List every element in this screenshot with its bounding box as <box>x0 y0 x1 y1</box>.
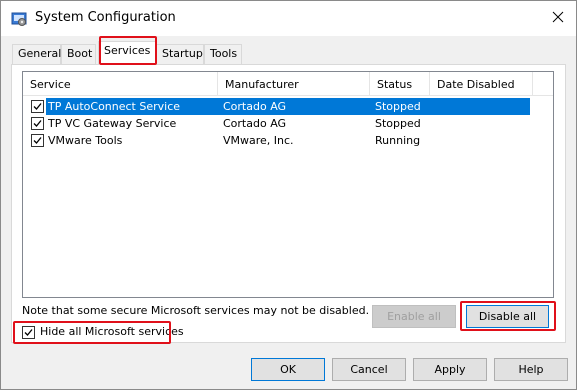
checkmark-icon <box>33 120 42 127</box>
service-checkbox[interactable] <box>31 117 44 130</box>
ok-button[interactable]: OK <box>251 358 325 381</box>
service-name: TP AutoConnect Service <box>48 100 181 113</box>
tab-tools[interactable]: Tools <box>204 44 242 64</box>
secure-services-note: Note that some secure Microsoft services… <box>22 304 370 317</box>
service-status: Stopped <box>375 100 421 113</box>
service-name: VMware Tools <box>48 134 123 147</box>
close-icon <box>552 11 564 26</box>
service-status: Running <box>375 134 421 147</box>
hide-microsoft-services-label[interactable]: Hide all Microsoft services <box>40 325 184 338</box>
service-manufacturer: Cortado AG <box>223 117 287 130</box>
help-button[interactable]: Help <box>494 358 568 381</box>
service-status: Stopped <box>375 117 421 130</box>
enable-all-button[interactable]: Enable all <box>372 305 456 328</box>
tab-boot[interactable]: Boot <box>61 44 96 64</box>
table-row[interactable]: TP AutoConnect Service Cortado AG Stoppe… <box>23 98 553 115</box>
close-button[interactable] <box>541 1 575 35</box>
checkmark-icon <box>33 103 42 110</box>
title-bar: System Configuration <box>1 1 576 36</box>
system-config-icon <box>11 11 27 27</box>
hide-microsoft-services-checkbox[interactable] <box>22 326 35 339</box>
column-header-date-disabled[interactable]: Date Disabled <box>430 72 533 96</box>
column-header-status[interactable]: Status <box>370 72 430 96</box>
tab-strip: General Boot Services Startup Tools <box>1 41 576 65</box>
service-checkbox[interactable] <box>31 134 44 147</box>
apply-button[interactable]: Apply <box>413 358 487 381</box>
column-header-manufacturer[interactable]: Manufacturer <box>218 72 370 96</box>
system-configuration-window: System Configuration General Boot Servic… <box>0 0 577 390</box>
checkmark-icon <box>24 329 33 336</box>
service-manufacturer: VMware, Inc. <box>223 134 294 147</box>
services-list[interactable]: Service Manufacturer Status Date Disable… <box>22 71 554 298</box>
cancel-button[interactable]: Cancel <box>332 358 406 381</box>
tab-startup[interactable]: Startup <box>156 44 204 64</box>
tab-general[interactable]: General <box>12 44 61 64</box>
service-manufacturer: Cortado AG <box>223 100 287 113</box>
table-row[interactable]: VMware Tools VMware, Inc. Running <box>23 132 553 149</box>
tab-services[interactable]: Services <box>98 41 156 65</box>
service-name: TP VC Gateway Service <box>48 117 177 130</box>
column-header-service[interactable]: Service <box>23 72 218 96</box>
window-title: System Configuration <box>35 10 176 25</box>
list-header: Service Manufacturer Status Date Disable… <box>23 72 553 96</box>
table-row[interactable]: TP VC Gateway Service Cortado AG Stopped <box>23 115 553 132</box>
disable-all-button[interactable]: Disable all <box>466 305 549 328</box>
checkmark-icon <box>33 137 42 144</box>
service-checkbox[interactable] <box>31 100 44 113</box>
